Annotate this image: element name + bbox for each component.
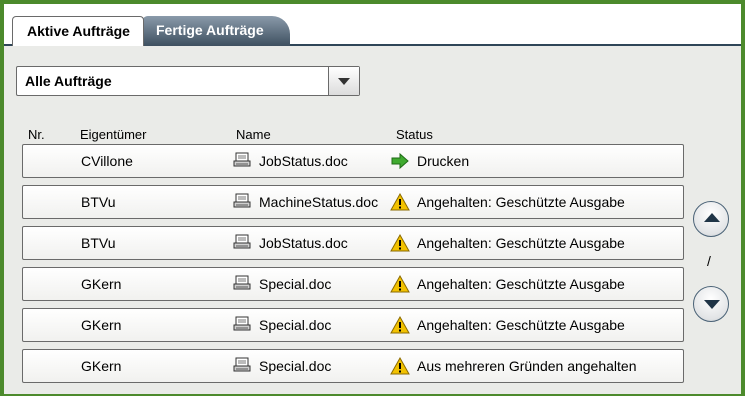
dropdown-button[interactable] [328,67,359,95]
tab-active-jobs-label: Aktive Aufträge [27,23,130,39]
column-header-name: Name [236,127,271,142]
job-name: MachineStatus.doc [259,194,379,210]
scroll-up-button[interactable] [693,201,729,237]
job-row[interactable]: BTVu JobStatus.doc Angehalten: Geschützte … [22,226,684,260]
job-row[interactable]: BTVu MachineStatus.doc Angehalten: Geschüt… [22,185,684,219]
printer-document-icon [233,234,251,250]
column-header-status: Status [396,127,433,142]
job-owner: BTVu [81,235,116,251]
job-name: Special.doc [259,358,332,374]
job-owner: GKern [81,276,122,292]
job-name: Special.doc [259,276,332,292]
job-status: Aus mehreren Gründen angehalten [417,358,637,374]
job-status: Drucken [417,153,470,169]
warning-icon [390,274,410,293]
printer-document-icon [233,357,251,373]
job-status: Angehalten: Geschützte Ausgabe [417,276,625,292]
job-name: Special.doc [259,317,332,333]
job-status: Angehalten: Geschützte Ausgabe [417,194,625,210]
warning-icon [390,233,410,252]
warning-icon [390,356,410,375]
column-header-nr: Nr. [28,127,45,142]
printer-document-icon [233,316,251,332]
arrow-down-icon [704,300,720,309]
warning-icon [390,315,410,334]
tab-active-jobs[interactable]: Aktive Aufträge [12,16,144,46]
job-name: JobStatus.doc [259,153,348,169]
scroll-down-button[interactable] [693,286,729,322]
tab-bar: Aktive Aufträge Fertige Aufträge [4,4,741,46]
job-row[interactable]: GKern Special.doc Aus mehreren Gründen ang… [22,349,684,383]
job-row[interactable]: GKern Special.doc Angehalten: Geschützte A… [22,308,684,342]
job-owner: GKern [81,358,122,374]
window-frame: Aktive Aufträge Fertige Aufträge Alle Au… [0,0,745,396]
column-header-owner: Eigentümer [80,127,147,142]
job-filter-value: Alle Aufträge [25,73,112,89]
tab-completed-jobs[interactable]: Fertige Aufträge [142,16,290,46]
job-list-area: Alle Aufträge Nr. Eigentümer Name Status… [4,44,741,394]
printer-document-icon [233,152,251,168]
job-status: Angehalten: Geschützte Ausgabe [417,235,625,251]
page-indicator: / [707,253,711,269]
green-arrow-icon [390,152,410,170]
job-owner: GKern [81,317,122,333]
chevron-down-icon [338,78,350,85]
job-row[interactable]: GKern Special.doc Angehalten: Geschützte A… [22,267,684,301]
job-status-panel: Aktive Aufträge Fertige Aufträge Alle Au… [4,4,741,394]
job-owner: BTVu [81,194,116,210]
printer-document-icon [233,193,251,209]
tab-completed-jobs-label: Fertige Aufträge [156,22,264,38]
job-owner: CVillone [81,153,133,169]
arrow-up-icon [704,213,720,222]
warning-icon [390,192,410,211]
job-status: Angehalten: Geschützte Ausgabe [417,317,625,333]
job-row[interactable]: CVillone JobStatus.doc Drucken [22,144,684,178]
job-filter-dropdown[interactable]: Alle Aufträge [16,66,360,96]
printer-document-icon [233,275,251,291]
job-list: CVillone JobStatus.doc Drucken BTVu MachineS… [22,144,690,392]
job-name: JobStatus.doc [259,235,348,251]
